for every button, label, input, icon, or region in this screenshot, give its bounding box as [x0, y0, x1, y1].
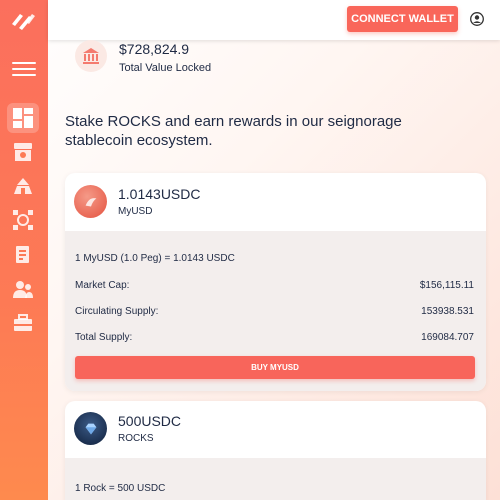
myusd-name: MyUSD: [118, 206, 153, 217]
nav-document[interactable]: [7, 240, 39, 270]
stat-total-supply: Total Supply: 169084.707: [75, 332, 474, 343]
account-icon[interactable]: [470, 12, 484, 26]
stat-label: Total Supply:: [75, 332, 133, 343]
rocks-name: ROCKS: [118, 433, 154, 444]
myusd-card-body: 1 MyUSD (1.0 Peg) = 1.0143 USDC Market C…: [65, 231, 486, 391]
myusd-card: 1.0143USDC MyUSD 1 MyUSD (1.0 Peg) = 1.0…: [65, 173, 486, 391]
myusd-price: 1.0143USDC: [118, 186, 201, 202]
stat-label: Circulating Supply:: [75, 306, 159, 317]
myusd-coin-icon: [74, 185, 107, 218]
tvl-value: $728,824.9: [119, 41, 190, 57]
stat-label: Market Cap:: [75, 280, 130, 291]
nav-people[interactable]: [7, 274, 39, 304]
menu-icon[interactable]: [12, 62, 36, 78]
stat-value: 169084.707: [421, 332, 474, 343]
stat-market-cap: Market Cap: $156,115.11: [75, 280, 474, 291]
nav-network[interactable]: [7, 205, 39, 235]
buy-myusd-button[interactable]: BUY MYUSD: [75, 356, 475, 379]
nav-bank[interactable]: [7, 137, 39, 167]
rocks-peg: 1 Rock = 500 USDC: [75, 483, 166, 494]
stat-value: 153938.531: [421, 306, 474, 317]
connect-wallet-button[interactable]: CONNECT WALLET: [347, 6, 458, 32]
stat-circulating-supply: Circulating Supply: 153938.531: [75, 306, 474, 317]
bank-building-icon: [75, 40, 107, 72]
rocks-coin-icon: [74, 412, 107, 445]
headline: Stake ROCKS and earn rewards in our seig…: [65, 113, 402, 149]
people-icon: [13, 281, 33, 298]
document-icon: [16, 246, 29, 263]
bank-icon: [14, 143, 32, 161]
nav-farm[interactable]: [7, 171, 39, 201]
myusd-peg: 1 MyUSD (1.0 Peg) = 1.0143 USDC: [75, 253, 235, 264]
dashboard-icon: [13, 108, 33, 128]
rocks-card: 500USDC ROCKS 1 Rock = 500 USDC: [65, 401, 486, 500]
sidebar: [0, 0, 48, 500]
nav-dashboard[interactable]: [7, 103, 39, 133]
network-icon: [13, 210, 33, 230]
rocks-price: 500USDC: [118, 413, 182, 429]
nav-briefcase[interactable]: [7, 308, 39, 338]
stat-value: $156,115.11: [419, 280, 474, 291]
farm-icon: [14, 178, 32, 194]
tvl-label: Total Value Locked: [119, 62, 212, 74]
rocks-card-body: 1 Rock = 500 USDC: [65, 458, 486, 500]
briefcase-icon: [14, 314, 32, 331]
logo-icon[interactable]: [10, 10, 36, 32]
